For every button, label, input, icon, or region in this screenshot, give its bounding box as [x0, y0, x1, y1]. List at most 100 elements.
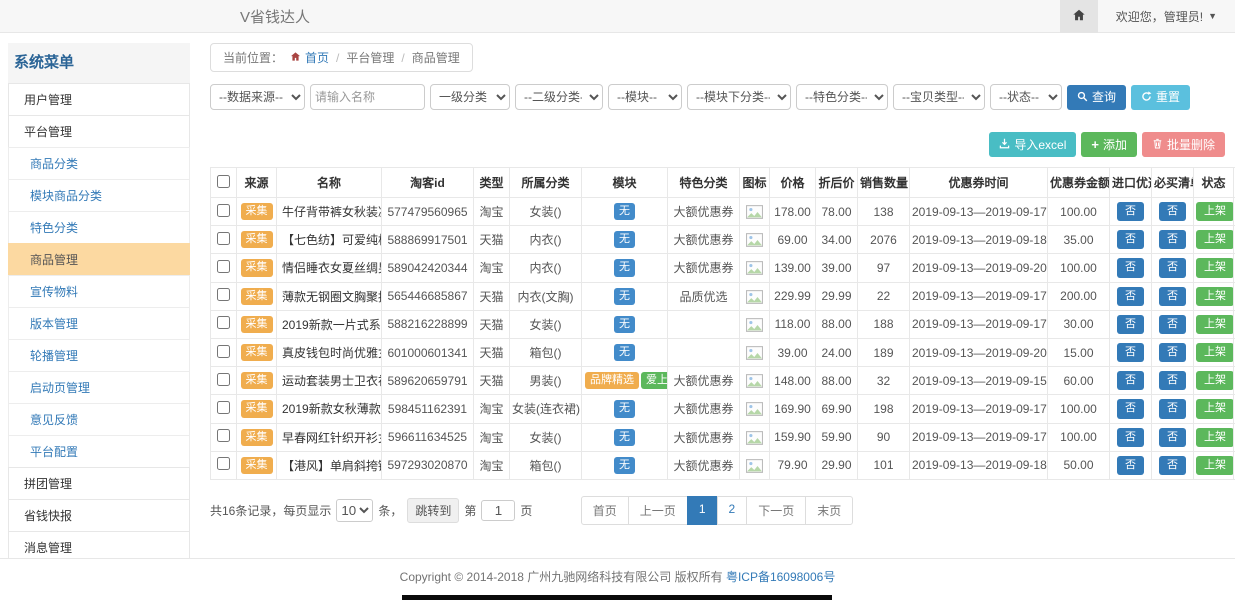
add-button[interactable]: + 添加 [1081, 132, 1137, 157]
sidebar-item[interactable]: 用户管理 [8, 83, 190, 116]
must-buy-toggle[interactable]: 否 [1159, 428, 1186, 447]
reset-button[interactable]: 重置 [1131, 85, 1190, 110]
must-buy-cell: 否 [1152, 198, 1194, 226]
sidebar-item[interactable]: 平台配置 [8, 435, 190, 468]
must-buy-cell: 否 [1152, 367, 1194, 395]
module-sub-category-select[interactable]: --模块下分类-- [687, 84, 791, 110]
data-source-select[interactable]: --数据来源-- [210, 84, 305, 110]
status-button[interactable]: 上架 [1196, 230, 1234, 249]
must-buy-toggle[interactable]: 否 [1159, 371, 1186, 390]
module-select[interactable]: --模块-- [608, 84, 682, 110]
page-button[interactable]: 下一页 [746, 496, 806, 525]
sidebar-item[interactable]: 平台管理 [8, 115, 190, 148]
row-checkbox[interactable] [217, 288, 230, 301]
home-button[interactable] [1060, 0, 1098, 33]
product-image-icon [746, 317, 763, 331]
jump-page-input[interactable] [481, 500, 515, 521]
status-button[interactable]: 上架 [1196, 343, 1234, 362]
row-checkbox[interactable] [217, 401, 230, 414]
page-button[interactable]: 2 [717, 496, 748, 525]
user-menu[interactable]: 欢迎您，管理员! ▼ [1098, 8, 1235, 25]
import-select-toggle[interactable]: 否 [1117, 343, 1144, 362]
sidebar-item[interactable]: 省钱快报 [8, 499, 190, 532]
sidebar-item[interactable]: 拼团管理 [8, 467, 190, 500]
must-buy-toggle[interactable]: 否 [1159, 399, 1186, 418]
search-button[interactable]: 查询 [1067, 85, 1126, 110]
must-buy-toggle[interactable]: 否 [1159, 287, 1186, 306]
status-button[interactable]: 上架 [1196, 428, 1234, 447]
import-excel-button[interactable]: 导入excel [989, 132, 1076, 157]
sidebar-item[interactable]: 启动页管理 [8, 371, 190, 404]
page-button[interactable]: 1 [687, 496, 718, 525]
sidebar-item[interactable]: 商品管理 [8, 243, 190, 276]
product-category: 女装() [510, 310, 582, 338]
import-select-toggle[interactable]: 否 [1117, 428, 1144, 447]
sidebar-item[interactable]: 宣传物料 [8, 275, 190, 308]
import-select-toggle[interactable]: 否 [1117, 371, 1144, 390]
feature-category-select[interactable]: --特色分类-- [796, 84, 888, 110]
status-button[interactable]: 上架 [1196, 287, 1234, 306]
import-select-toggle[interactable]: 否 [1117, 399, 1144, 418]
row-checkbox[interactable] [217, 232, 230, 245]
level1-category-select[interactable]: 一级分类 [430, 84, 510, 110]
select-all-checkbox[interactable] [217, 175, 230, 188]
icp-link[interactable]: 粤ICP备16098006号 [726, 570, 835, 584]
source-cell: 采集 [237, 451, 277, 479]
must-buy-toggle[interactable]: 否 [1159, 315, 1186, 334]
status-button[interactable]: 上架 [1196, 371, 1234, 390]
row-checkbox[interactable] [217, 316, 230, 329]
status-button[interactable]: 上架 [1196, 258, 1234, 277]
import-select-toggle[interactable]: 否 [1117, 456, 1144, 475]
page-button[interactable]: 末页 [805, 496, 853, 525]
level2-category-select[interactable]: --二级分类-- [515, 84, 603, 110]
feature-category [668, 310, 740, 338]
row-checkbox[interactable] [217, 429, 230, 442]
sidebar-item[interactable]: 轮播管理 [8, 339, 190, 372]
import-select-toggle[interactable]: 否 [1117, 230, 1144, 249]
import-select-toggle[interactable]: 否 [1117, 287, 1144, 306]
jump-button[interactable]: 跳转到 [407, 498, 459, 523]
import-select-toggle[interactable]: 否 [1117, 315, 1144, 334]
per-page-select[interactable]: 10 [336, 499, 373, 522]
must-buy-toggle[interactable]: 否 [1159, 456, 1186, 475]
status-button[interactable]: 上架 [1196, 202, 1234, 221]
status-button[interactable]: 上架 [1196, 399, 1234, 418]
product-name: 真皮钱包时尚优雅女士... [277, 338, 382, 366]
import-select-toggle[interactable]: 否 [1117, 202, 1144, 221]
sidebar-item[interactable]: 意见反馈 [8, 403, 190, 436]
discount-price: 34.00 [816, 226, 858, 254]
price: 39.00 [770, 338, 816, 366]
price: 79.90 [770, 451, 816, 479]
must-buy-toggle[interactable]: 否 [1159, 230, 1186, 249]
import-select-cell: 否 [1110, 367, 1152, 395]
status-cell: 上架 [1194, 254, 1234, 282]
import-select-toggle[interactable]: 否 [1117, 258, 1144, 277]
sidebar-item[interactable]: 商品分类 [8, 147, 190, 180]
search-icon [1077, 91, 1088, 104]
row-checkbox[interactable] [217, 345, 230, 358]
status-select[interactable]: --状态-- [990, 84, 1062, 110]
must-buy-toggle[interactable]: 否 [1159, 202, 1186, 221]
row-checkbox[interactable] [217, 457, 230, 470]
feature-category: 大额优惠券 [668, 367, 740, 395]
page-button[interactable]: 首页 [581, 496, 629, 525]
status-button[interactable]: 上架 [1196, 315, 1234, 334]
page-button[interactable]: 上一页 [628, 496, 688, 525]
sidebar-item[interactable]: 特色分类 [8, 211, 190, 244]
sidebar-item[interactable]: 模块商品分类 [8, 179, 190, 212]
module-badge: 无 [614, 400, 635, 417]
must-buy-toggle[interactable]: 否 [1159, 343, 1186, 362]
row-checkbox[interactable] [217, 373, 230, 386]
table-row: 采集2019新款女秋薄款...598451162391淘宝女装(连衣裙)无大额优… [211, 395, 1235, 423]
status-cell: 上架 [1194, 226, 1234, 254]
item-type-select[interactable]: --宝贝类型-- [893, 84, 985, 110]
must-buy-toggle[interactable]: 否 [1159, 258, 1186, 277]
sales-count: 101 [858, 451, 910, 479]
status-button[interactable]: 上架 [1196, 456, 1234, 475]
name-input[interactable] [310, 84, 425, 110]
breadcrumb-home-link[interactable]: 首页 [290, 49, 329, 66]
row-checkbox[interactable] [217, 260, 230, 273]
sidebar-item[interactable]: 版本管理 [8, 307, 190, 340]
batch-delete-button[interactable]: 批量删除 [1142, 132, 1225, 157]
row-checkbox[interactable] [217, 204, 230, 217]
